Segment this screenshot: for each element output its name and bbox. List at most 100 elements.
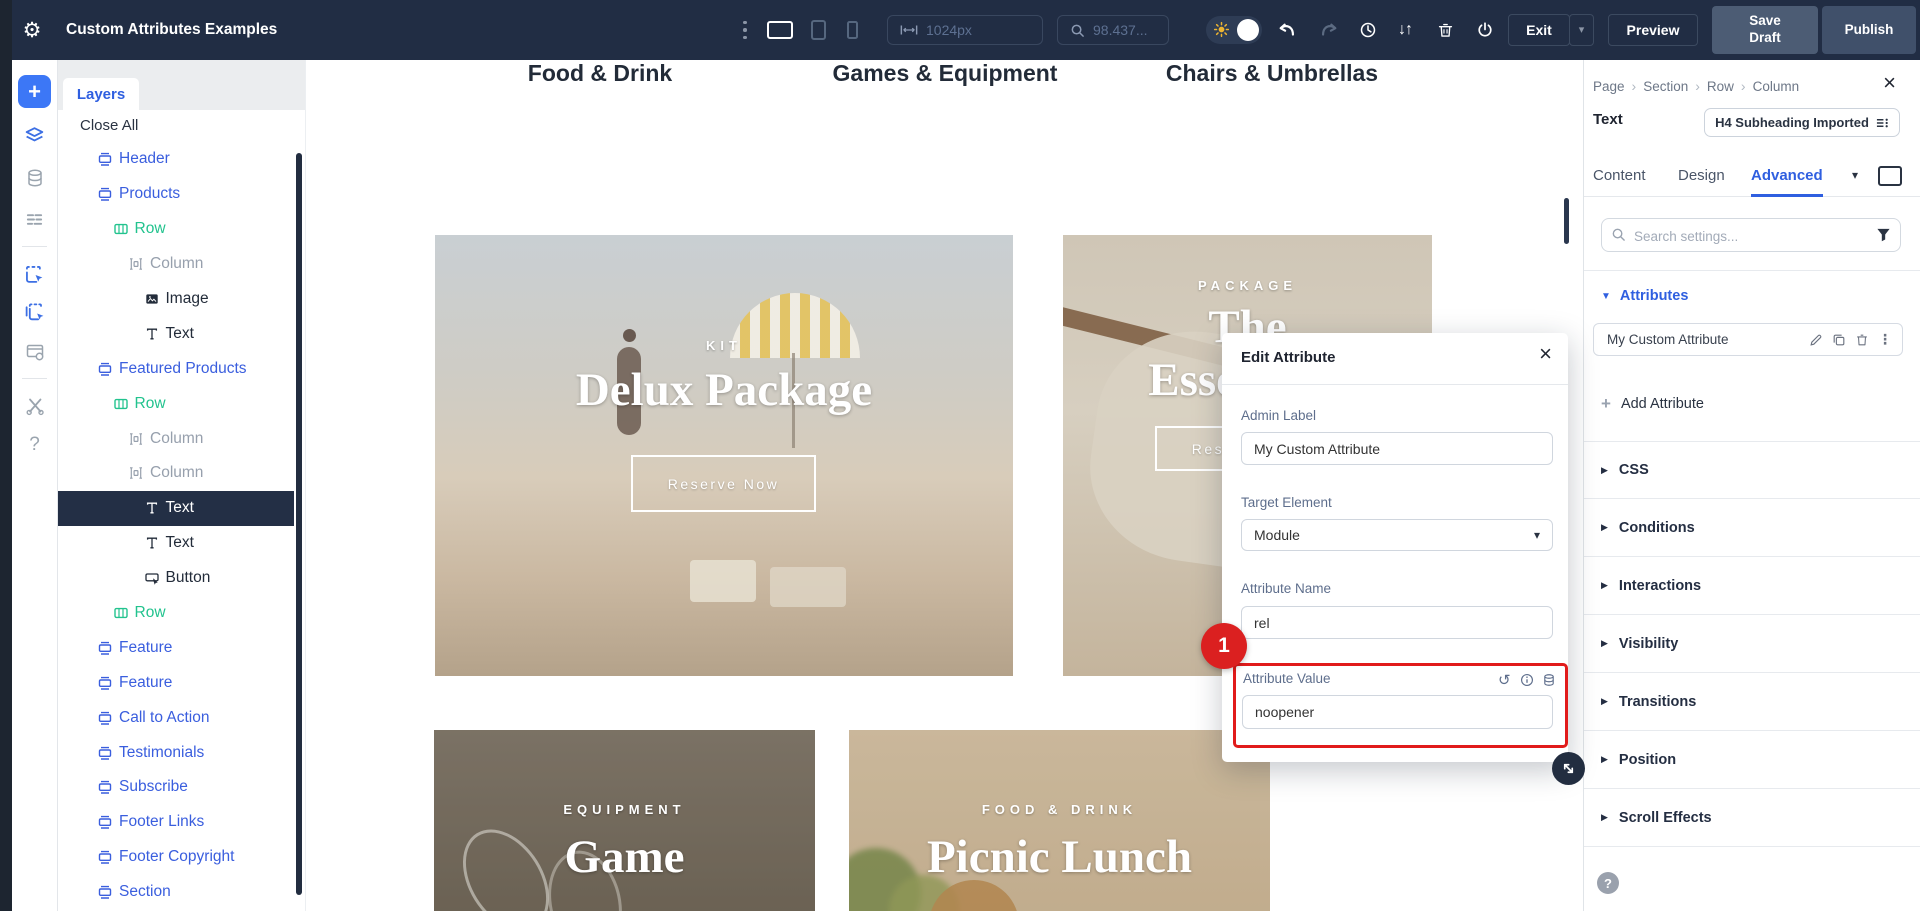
layer-item-testimonials[interactable]: Testimonials [57,735,294,770]
target-element-select[interactable]: Module ▾ [1241,519,1553,551]
desktop-view-icon[interactable] [1878,166,1902,186]
attribute-item-row[interactable]: My Custom Attribute ⋮ [1593,323,1903,356]
section-css[interactable]: ▶CSS [1584,441,1920,499]
layer-item-feature[interactable]: Feature [57,665,294,700]
section-scroll-effects[interactable]: ▶Scroll Effects [1584,789,1920,847]
trash-icon[interactable] [1855,333,1869,347]
layer-item-section[interactable]: Section [57,875,294,910]
tab-layers[interactable]: Layers [63,78,139,110]
layer-item-products[interactable]: Products [57,177,294,212]
search-settings-input[interactable] [1632,219,1866,253]
layer-item-footer-copyright[interactable]: Footer Copyright [57,840,294,875]
help-icon[interactable]: ? [1597,872,1619,894]
featured-card-delux-package[interactable]: KIT Delux Package Reserve Now [435,235,1013,676]
sort-icon[interactable]: ↓↑ [1392,0,1418,60]
builder-mode-toggle[interactable] [1206,16,1262,44]
pencil-icon[interactable] [1809,333,1823,347]
attribute-name-input[interactable] [1241,606,1553,639]
help-icon[interactable]: ? [12,434,57,456]
layer-item-column[interactable]: Column [57,456,294,491]
layer-item-row[interactable]: Row [57,596,294,631]
kebab-icon[interactable]: ⋮ [1878,331,1892,348]
database-icon[interactable] [12,168,57,188]
layers-icon[interactable] [12,125,57,146]
reserve-now-button[interactable]: Reserve Now [631,455,816,512]
publish-button[interactable]: Publish [1822,6,1916,54]
section-conditions[interactable]: ▶Conditions [1584,499,1920,557]
layer-item-label: Column [150,464,203,482]
section-transitions[interactable]: ▶Transitions [1584,673,1920,731]
insert-module-icon[interactable] [12,264,57,285]
duplicate-icon[interactable] [1832,333,1846,347]
layers-scrollbar[interactable] [296,153,302,895]
search-settings-field[interactable] [1601,218,1901,252]
section-interactions[interactable]: ▶Interactions [1584,557,1920,615]
add-attribute-button[interactable]: + Add Attribute [1601,394,1704,414]
tab-advanced[interactable]: Advanced [1751,160,1823,197]
layer-item-text[interactable]: Text [57,526,294,561]
tab-design[interactable]: Design [1678,160,1725,197]
exit-button[interactable]: Exit [1508,14,1570,46]
attribute-value-input[interactable] [1242,695,1553,729]
preview-button[interactable]: Preview [1608,14,1698,46]
close-icon[interactable]: × [1883,72,1896,94]
layer-item-text[interactable]: Text [57,491,294,526]
layer-item-column[interactable]: Column [57,421,294,456]
gear-icon[interactable]: ⚙ [16,0,48,60]
layer-item-footer-links[interactable]: Footer Links [57,805,294,840]
layer-item-row[interactable]: Row [57,386,294,421]
trash-icon[interactable] [1432,0,1458,60]
funnel-icon[interactable] [1876,227,1891,242]
tab-content[interactable]: Content [1593,160,1646,197]
layer-item-text[interactable]: Text [57,316,294,351]
caret-down-icon[interactable]: ▾ [1852,168,1858,182]
layer-item-column[interactable]: Column [57,247,294,282]
admin-label-input[interactable] [1241,432,1553,465]
kebab-icon[interactable] [738,0,752,60]
breadcrumb-item-section[interactable]: Section [1643,79,1688,94]
section-label: Scroll Effects [1619,810,1712,826]
preset-button[interactable]: H4 Subheading Imported [1704,108,1900,137]
tools-icon[interactable] [12,396,57,416]
add-module-button[interactable]: + [18,75,51,108]
category-card-game[interactable]: EQUIPMENT Game [434,730,815,911]
desktop-icon[interactable] [764,0,796,60]
phone-icon[interactable] [842,0,862,60]
layer-item-header[interactable]: Header [57,142,294,177]
dynamic-content-icon[interactable] [1542,673,1556,687]
layer-item-subscribe[interactable]: Subscribe [57,770,294,805]
layer-item-row[interactable]: Row [57,212,294,247]
modal-resize-handle[interactable] [1552,752,1585,785]
breadcrumb-item-row[interactable]: Row [1707,79,1734,94]
copy-module-icon[interactable] [12,302,57,323]
canvas-scrollbar[interactable] [1564,198,1569,244]
undo-icon[interactable] [1274,0,1300,60]
tablet-icon[interactable] [806,0,830,60]
save-draft-button[interactable]: Save Draft [1712,6,1818,54]
redo-icon[interactable] [1316,0,1342,60]
zoom-level-field[interactable]: 98.437... [1057,15,1169,45]
close-all-button[interactable]: Close All [80,117,138,134]
section-visibility[interactable]: ▶Visibility [1584,615,1920,673]
exit-caret-button[interactable]: ▾ [1569,14,1594,46]
layer-item-call-to-action[interactable]: Call to Action [57,700,294,735]
library-icon[interactable] [12,342,57,362]
breadcrumb-item-page[interactable]: Page [1593,79,1625,94]
list-icon[interactable] [12,210,57,229]
viewport-width-field[interactable]: 1024px [887,15,1043,45]
category-card-picnic-lunch[interactable]: FOOD & DRINK Picnic Lunch [849,730,1270,911]
tri-right-icon: ▶ [1601,638,1608,649]
section-position[interactable]: ▶Position [1584,731,1920,789]
history-icon[interactable] [1355,0,1381,60]
power-icon[interactable] [1472,0,1498,60]
layer-item-button[interactable]: Button [57,561,294,596]
reset-icon[interactable]: ↺ [1498,671,1511,689]
attributes-section-header[interactable]: ▼ Attributes [1601,288,1688,304]
close-icon[interactable]: × [1539,343,1552,365]
category-heading: Games & Equipment [833,60,1058,87]
breadcrumb-item-column[interactable]: Column [1753,79,1800,94]
info-icon[interactable] [1520,673,1534,687]
layer-item-feature[interactable]: Feature [57,630,294,665]
layer-item-featured-products[interactable]: Featured Products [57,351,294,386]
layer-item-image[interactable]: Image [57,282,294,317]
